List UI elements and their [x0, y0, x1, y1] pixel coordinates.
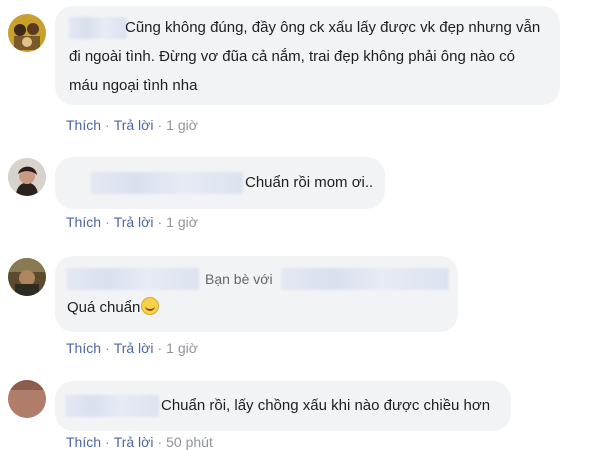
timestamp[interactable]: 50 phút: [166, 434, 213, 450]
comment-text: Chuẩn rồi mom ơi..: [245, 174, 374, 191]
separator-dot: ·: [157, 434, 163, 450]
like-link[interactable]: Thích: [66, 214, 101, 230]
timestamp[interactable]: 1 giờ: [166, 214, 198, 230]
avatar[interactable]: [8, 14, 46, 52]
comment-actions: Thích · Trả lời · 1 giờ: [66, 214, 198, 230]
comment-bubble: Chuẩn rồi mom ơi..: [55, 157, 385, 209]
avatar[interactable]: [8, 158, 46, 196]
separator-dot: ·: [157, 117, 163, 133]
comment-bubble: Bạn bè với Quá chuẩn: [55, 256, 458, 332]
like-link[interactable]: Thích: [66, 340, 101, 356]
blurred-friend-name: [281, 268, 449, 290]
comment-text-line-1: Cũng không đúng, đầy ông ck xấu lấy được…: [125, 19, 541, 36]
blurred-author-name: [69, 17, 127, 39]
reply-link[interactable]: Trả lời: [114, 340, 154, 356]
hugging-face-emoji-icon: [141, 297, 160, 315]
comment-text-row: Quá chuẩn: [67, 297, 160, 319]
blurred-author-name: [91, 172, 243, 194]
comment-bubble: Chuẩn rồi, lấy chồng xấu khi nào được ch…: [55, 381, 511, 431]
separator-dot: ·: [157, 214, 163, 230]
comment-actions: Thích · Trả lời · 50 phút: [66, 434, 213, 450]
like-link[interactable]: Thích: [66, 434, 101, 450]
separator-dot: ·: [105, 214, 110, 230]
reply-link[interactable]: Trả lời: [114, 117, 154, 133]
separator-dot: ·: [105, 434, 110, 450]
timestamp[interactable]: 1 giờ: [166, 117, 198, 133]
blurred-author-name: [67, 268, 199, 290]
separator-dot: ·: [105, 340, 110, 356]
reply-link[interactable]: Trả lời: [114, 434, 154, 450]
separator-dot: ·: [105, 117, 110, 133]
reply-link[interactable]: Trả lời: [114, 214, 154, 230]
avatar[interactable]: [8, 258, 46, 296]
separator-dot: ·: [157, 340, 163, 356]
comment-text: Chuẩn rồi, lấy chồng xấu khi nào được ch…: [161, 397, 491, 414]
blurred-author-name: [65, 395, 159, 417]
avatar-image: [8, 258, 46, 296]
avatar[interactable]: [8, 380, 46, 418]
like-link[interactable]: Thích: [66, 117, 101, 133]
comment-actions: Thích · Trả lời · 1 giờ: [66, 340, 198, 356]
avatar-image: [8, 14, 46, 52]
avatar-image: [8, 158, 46, 196]
comment-text-line-3: máu ngoại tình nha: [69, 77, 198, 94]
avatar-image: [8, 380, 46, 418]
comment-actions: Thích · Trả lời · 1 giờ: [66, 117, 198, 133]
comment-text: Quá chuẩn: [67, 299, 141, 316]
comment-bubble: Cũng không đúng, đầy ông ck xấu lấy được…: [55, 6, 560, 105]
timestamp[interactable]: 1 giờ: [166, 340, 198, 356]
friend-prefix: Bạn bè với: [205, 271, 273, 287]
comment-text-line-2: đi ngoài tình. Đừng vơ đũa cả nắm, trai …: [69, 48, 516, 65]
